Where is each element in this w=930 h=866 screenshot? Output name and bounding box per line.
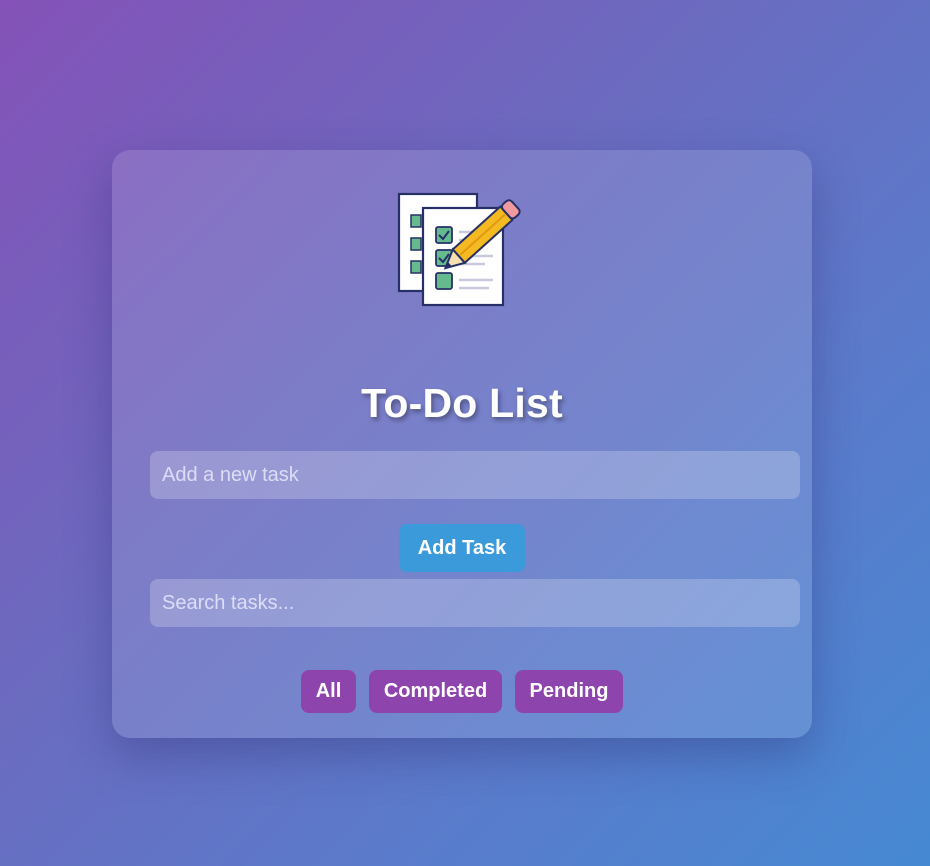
search-input[interactable] (150, 579, 800, 627)
todo-card: To-Do List Add Task All Completed Pendin… (112, 150, 812, 738)
add-task-button[interactable]: Add Task (399, 524, 525, 572)
filter-completed-button[interactable]: Completed (369, 670, 502, 713)
page-title: To-Do List (361, 380, 563, 426)
new-task-input[interactable] (150, 451, 800, 499)
checklist-pencil-icon (397, 192, 521, 307)
filter-all-button[interactable]: All (301, 670, 356, 713)
filter-pending-button[interactable]: Pending (515, 670, 623, 713)
filter-bar: All Completed Pending (112, 670, 812, 713)
